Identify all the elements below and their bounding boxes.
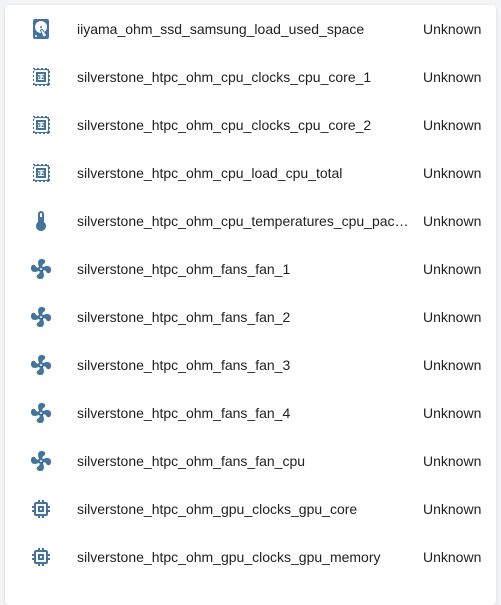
fan-icon (29, 401, 53, 425)
entity-state: Unknown (423, 117, 482, 133)
entity-state: Unknown (423, 261, 482, 277)
memory-icon (29, 545, 53, 569)
fan-icon (29, 257, 53, 281)
entity-state: Unknown (423, 357, 482, 373)
entity-name: silverstone_htpc_ohm_cpu_load_cpu_total (77, 165, 343, 181)
memory-icon (29, 497, 53, 521)
entity-row[interactable]: silverstone_htpc_ohm_fans_fan_cpu Unknow… (5, 437, 496, 485)
entity-row[interactable]: silverstone_htpc_ohm_cpu_temperatures_cp… (5, 197, 496, 245)
entity-row[interactable]: silverstone_htpc_ohm_fans_fan_1 Unknown (5, 245, 496, 293)
entity-state: Unknown (423, 165, 482, 181)
entity-state: Unknown (423, 309, 482, 325)
fan-icon (29, 305, 53, 329)
fan-icon (29, 353, 53, 377)
entities-card: iiyama_ohm_ssd_samsung_load_used_space U… (5, 5, 496, 605)
entity-name: silverstone_htpc_ohm_cpu_clocks_cpu_core… (77, 117, 372, 133)
entity-row[interactable]: silverstone_htpc_ohm_fans_fan_4 Unknown (5, 389, 496, 437)
entity-name: silverstone_htpc_ohm_gpu_clocks_gpu_memo… (77, 549, 381, 565)
svg-text:32: 32 (37, 123, 45, 129)
entity-state: Unknown (423, 213, 482, 229)
fan-icon (29, 449, 53, 473)
entity-state: Unknown (423, 501, 482, 517)
entity-name: silverstone_htpc_ohm_fans_fan_cpu (77, 453, 306, 469)
thermometer-icon (29, 209, 53, 233)
svg-text:32: 32 (37, 75, 45, 81)
cpu-icon: 32 (29, 65, 53, 89)
entity-state: Unknown (423, 549, 482, 565)
entity-row[interactable]: 32 silverstone_htpc_ohm_cpu_clocks_cpu_c… (5, 101, 496, 149)
entity-name: silverstone_htpc_ohm_fans_fan_2 (77, 309, 291, 325)
entity-name: silverstone_htpc_ohm_cpu_temperatures_cp… (77, 213, 415, 229)
entity-row[interactable]: silverstone_htpc_ohm_fans_fan_3 Unknown (5, 341, 496, 389)
entity-row[interactable]: 32 silverstone_htpc_ohm_cpu_load_cpu_tot… (5, 149, 496, 197)
svg-text:32: 32 (37, 171, 45, 177)
entity-state: Unknown (423, 21, 482, 37)
entity-name: silverstone_htpc_ohm_cpu_clocks_cpu_core… (77, 69, 372, 85)
entity-list: iiyama_ohm_ssd_samsung_load_used_space U… (5, 5, 496, 581)
cpu-icon: 32 (29, 113, 53, 137)
entity-row[interactable]: 32 silverstone_htpc_ohm_cpu_clocks_cpu_c… (5, 53, 496, 101)
entity-state: Unknown (423, 405, 482, 421)
entity-row[interactable]: iiyama_ohm_ssd_samsung_load_used_space U… (5, 5, 496, 53)
cpu-icon: 32 (29, 161, 53, 185)
entity-name: silverstone_htpc_ohm_fans_fan_3 (77, 357, 291, 373)
entity-name: silverstone_htpc_ohm_gpu_clocks_gpu_core (77, 501, 358, 517)
entity-name: iiyama_ohm_ssd_samsung_load_used_space (77, 21, 365, 37)
entity-state: Unknown (423, 453, 482, 469)
entity-state: Unknown (423, 69, 482, 85)
entity-row[interactable]: silverstone_htpc_ohm_fans_fan_2 Unknown (5, 293, 496, 341)
entity-row[interactable]: silverstone_htpc_ohm_gpu_clocks_gpu_memo… (5, 533, 496, 581)
entity-row[interactable]: silverstone_htpc_ohm_gpu_clocks_gpu_core… (5, 485, 496, 533)
harddisk-icon (29, 17, 53, 41)
entity-name: silverstone_htpc_ohm_fans_fan_4 (77, 405, 291, 421)
entity-name: silverstone_htpc_ohm_fans_fan_1 (77, 261, 291, 277)
